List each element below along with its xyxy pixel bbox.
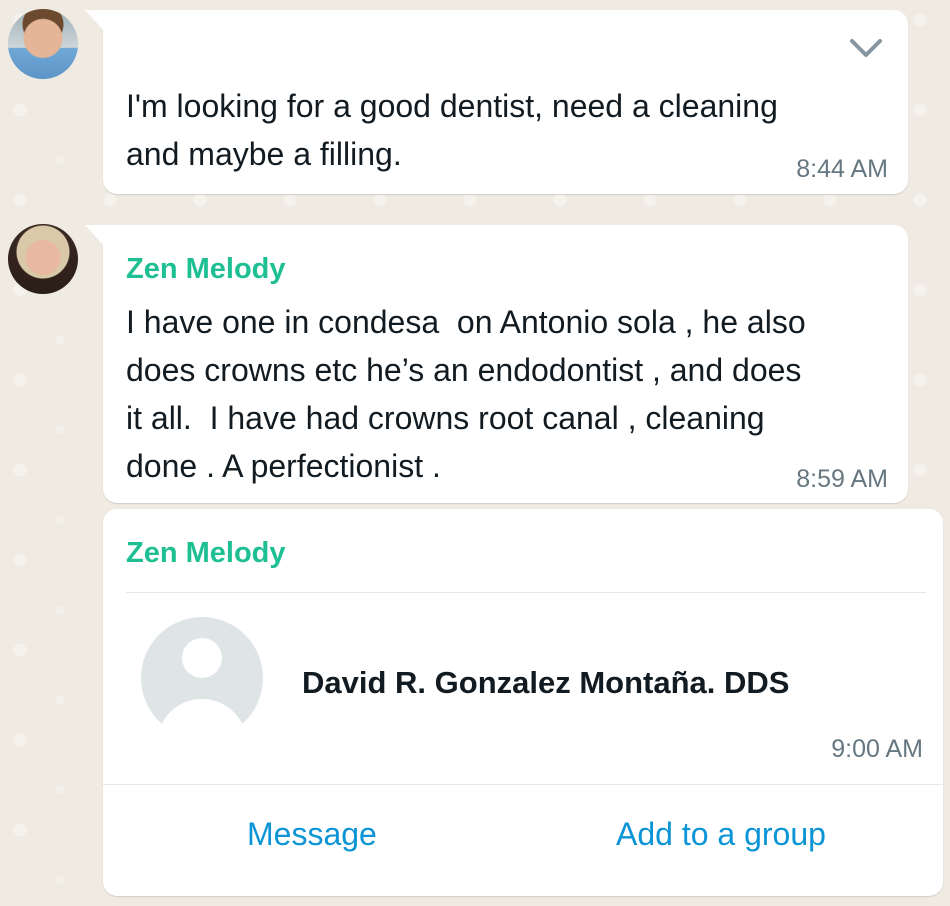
message-text: I have one in condesa on Antonio sola , … (126, 304, 806, 484)
message-timestamp: 8:59 AM (796, 465, 888, 493)
add-to-group-button[interactable]: Add to a group (616, 816, 826, 853)
contact-card-bubble[interactable]: Zen Melody David R. Gonzalez Montaña. DD… (103, 509, 943, 896)
sender-avatar[interactable] (8, 224, 78, 294)
chevron-down-icon[interactable] (848, 36, 884, 60)
sender-name[interactable]: Zen Melody (126, 253, 286, 286)
default-avatar-icon (141, 617, 263, 739)
message-timestamp: 9:00 AM (831, 735, 923, 763)
message-timestamp: 8:44 AM (796, 155, 888, 183)
bubble-tail (85, 10, 105, 32)
message-text: I'm looking for a good dentist, need a c… (126, 88, 778, 172)
divider (126, 592, 926, 593)
message-bubble[interactable]: Zen Melody I have one in condesa on Anto… (85, 225, 908, 503)
message-bubble[interactable]: I'm looking for a good dentist, need a c… (85, 10, 908, 194)
bubble-tail (85, 225, 105, 247)
divider (103, 784, 943, 785)
contact-name[interactable]: David R. Gonzalez Montaña. DDS (302, 665, 789, 701)
sender-name[interactable]: Zen Melody (126, 537, 286, 570)
message-contact-button[interactable]: Message (247, 816, 377, 853)
sender-avatar[interactable] (8, 9, 78, 79)
